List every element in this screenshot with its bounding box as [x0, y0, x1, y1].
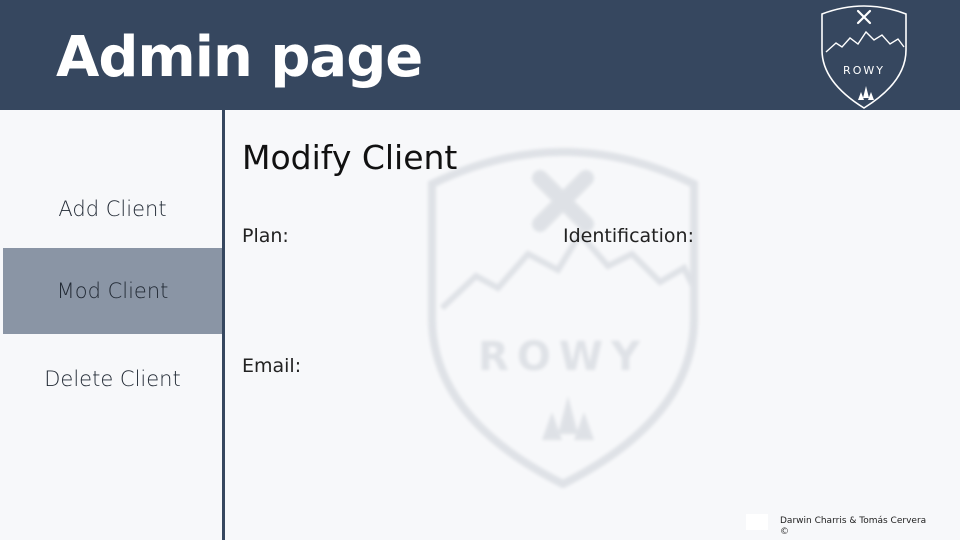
- header-bar: Admin page ROWY: [0, 0, 960, 110]
- sidebar-item-mod-client[interactable]: Mod Client: [3, 248, 222, 334]
- sidebar-item-label: Delete Client: [44, 367, 181, 391]
- sidebar-item-label: Add Client: [58, 197, 167, 221]
- admin-page: Admin page ROWY ROWY Add Client Mod Clie…: [0, 0, 960, 540]
- footer-credit: Darwin Charris & Tomás Cervera ©: [780, 516, 927, 537]
- plan-label: Plan:: [242, 225, 289, 247]
- footer-box: [746, 514, 768, 530]
- sidebar-item-add-client[interactable]: Add Client: [3, 166, 222, 252]
- sidebar-item-label: Mod Client: [56, 279, 169, 303]
- rowy-logo-icon: ROWY: [821, 5, 907, 109]
- rowy-watermark-icon: ROWY: [428, 148, 698, 488]
- sidebar: Add Client Mod Client Delete Client: [0, 110, 222, 540]
- email-label: Email:: [242, 355, 302, 377]
- identification-label: Identification:: [563, 225, 694, 247]
- svg-text:ROWY: ROWY: [843, 64, 885, 77]
- section-title: Modify Client: [242, 138, 458, 177]
- sidebar-item-delete-client[interactable]: Delete Client: [3, 336, 222, 422]
- svg-text:ROWY: ROWY: [478, 334, 648, 380]
- sidebar-divider: [222, 110, 225, 540]
- page-title: Admin page: [56, 25, 423, 90]
